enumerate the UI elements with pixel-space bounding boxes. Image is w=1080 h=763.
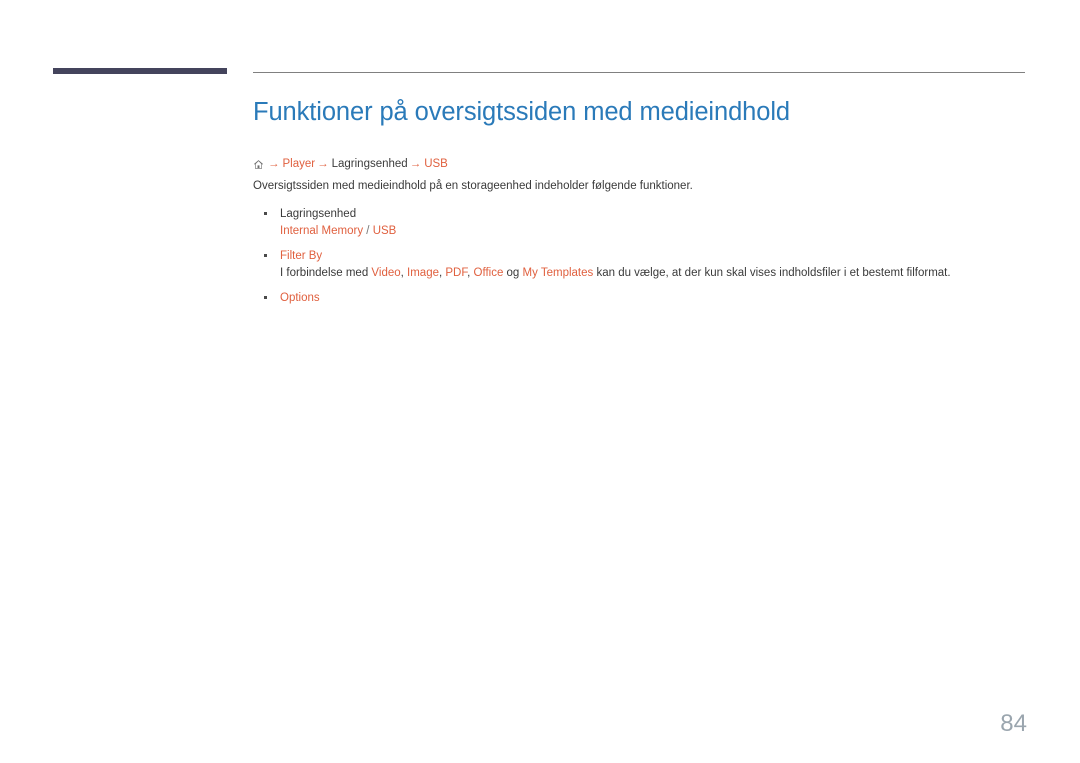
list-item: Lagringsenhed Internal Memory / USB xyxy=(253,206,1028,239)
text-og: og xyxy=(503,266,523,279)
keyword-image: Image xyxy=(407,266,439,279)
page-title: Funktioner på oversigtssiden med mediein… xyxy=(253,98,790,126)
breadcrumb-separator-3: → xyxy=(409,158,422,170)
breadcrumb: → Player → Lagringsenhed → USB xyxy=(253,157,1028,171)
keyword-internal-memory: Internal Memory xyxy=(280,224,364,237)
bullet-marker-icon xyxy=(264,253,267,257)
keyword-my-templates: My Templates xyxy=(522,266,594,279)
bullet-subtext-lagringsenhed: Internal Memory / USB xyxy=(280,223,1028,239)
page-number: 84 xyxy=(1000,710,1027,737)
bullet-heading-lagringsenhed: Lagringsenhed xyxy=(280,207,357,220)
keyword-pdf: PDF xyxy=(445,266,468,279)
text-suffix: kan du vælge, at der kun skal vises indh… xyxy=(593,266,951,279)
header-divider-rule xyxy=(253,72,1025,73)
keyword-usb: USB xyxy=(372,224,397,237)
intro-paragraph: Oversigtssiden med medieindhold på en st… xyxy=(253,180,693,192)
bullet-heading-options: Options xyxy=(280,291,320,304)
text-prefix: I forbindelse med xyxy=(280,266,372,279)
page-content: Funktioner på oversigtssiden med mediein… xyxy=(253,96,1028,306)
separator-slash: / xyxy=(363,224,373,237)
bullet-marker-icon xyxy=(264,211,267,215)
home-icon[interactable] xyxy=(253,159,264,170)
breadcrumb-item-usb[interactable]: USB xyxy=(424,157,448,171)
bullet-marker-icon xyxy=(264,295,267,299)
breadcrumb-separator-1: → xyxy=(268,158,280,170)
bullet-subtext-filter-by: I forbindelse med Video, Image, PDF, Off… xyxy=(280,265,1028,281)
bullet-heading-filter-by: Filter By xyxy=(280,249,323,262)
header-decoration-bar xyxy=(53,68,227,74)
feature-bullet-list: Lagringsenhed Internal Memory / USB Filt… xyxy=(253,206,1028,306)
list-item: Options xyxy=(253,290,1028,306)
list-item: Filter By I forbindelse med Video, Image… xyxy=(253,248,1028,281)
keyword-video: Video xyxy=(371,266,401,279)
keyword-office: Office xyxy=(473,266,504,279)
breadcrumb-item-lagringsenhed[interactable]: Lagringsenhed xyxy=(332,157,408,171)
breadcrumb-separator-2: → xyxy=(317,158,329,170)
breadcrumb-item-player[interactable]: Player xyxy=(283,157,316,171)
